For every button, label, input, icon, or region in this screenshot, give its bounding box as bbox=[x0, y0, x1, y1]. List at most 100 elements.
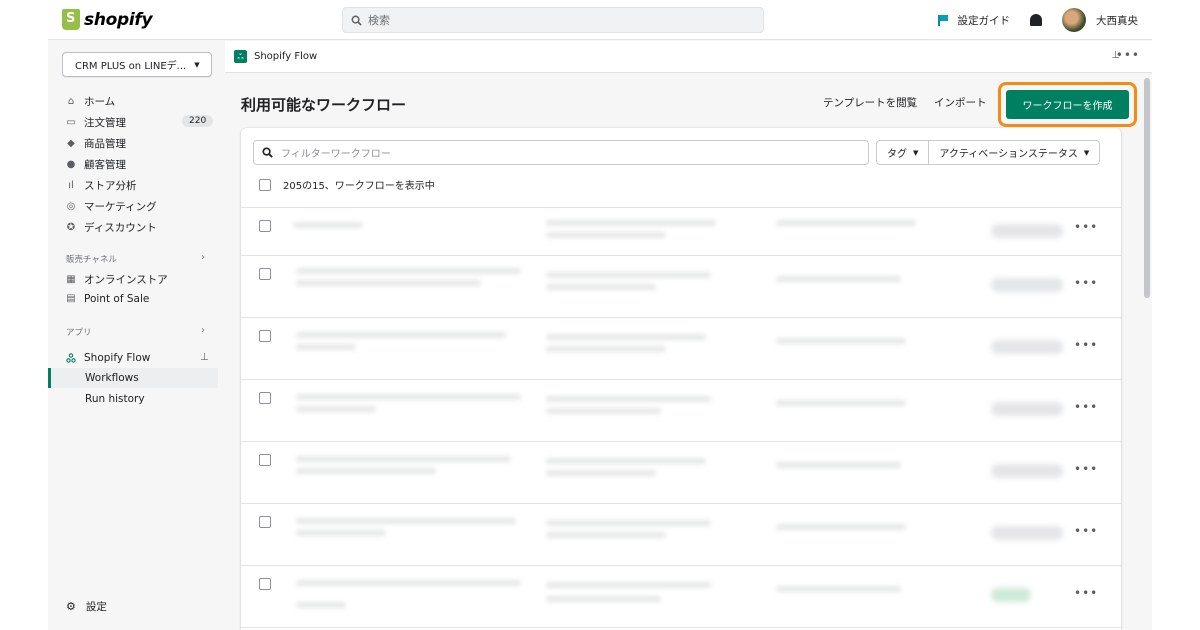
row-checkbox[interactable] bbox=[259, 392, 271, 404]
table-row[interactable]: ••• bbox=[241, 317, 1121, 379]
more-options-icon[interactable]: ••• bbox=[1074, 276, 1098, 290]
table-row[interactable]: ••• bbox=[241, 207, 1121, 255]
status-filter-button[interactable]: アクティベーションステータス ▼ bbox=[928, 141, 1099, 164]
top-right-controls: 設定ガイド 大西真央 bbox=[937, 8, 1138, 32]
showing-count-text: 205の15、ワークフローを表示中 bbox=[283, 181, 435, 192]
tag-filter-label: タグ bbox=[887, 149, 907, 160]
create-workflow-highlight: ワークフローを作成 bbox=[998, 82, 1137, 127]
sales-channels-label: 販売チャネル bbox=[66, 255, 117, 265]
pos-icon: ▤ bbox=[66, 293, 76, 304]
more-options-icon[interactable]: ••• bbox=[1074, 400, 1098, 414]
blurred-content bbox=[546, 334, 706, 340]
sidebar-item-label: ディスカウント bbox=[84, 222, 157, 234]
sidebar-item-run-history[interactable]: Run history bbox=[85, 393, 145, 405]
row-checkbox[interactable] bbox=[259, 454, 271, 466]
sidebar-item-workflows[interactable]: Workflows bbox=[85, 372, 139, 384]
chevron-down-icon: ▼ bbox=[194, 60, 200, 69]
flow-icon bbox=[66, 353, 76, 363]
more-options-icon[interactable]: ••• bbox=[1074, 524, 1098, 538]
sidebar-item-orders[interactable]: ▭ 注文管理 bbox=[66, 115, 126, 130]
more-options-icon[interactable]: ••• bbox=[1074, 462, 1098, 476]
store-selector[interactable]: CRM PLUS on LINEデ... ▼ bbox=[62, 52, 212, 77]
more-options-icon[interactable]: ••• bbox=[1074, 220, 1098, 234]
blurred-content bbox=[296, 406, 376, 412]
blurred-status bbox=[991, 224, 1063, 238]
blurred-content bbox=[296, 268, 521, 274]
scrollbar[interactable] bbox=[1144, 78, 1150, 298]
customer-icon: ● bbox=[66, 158, 76, 170]
blurred-content bbox=[546, 458, 706, 464]
sidebar-item-label: Shopify Flow bbox=[84, 352, 151, 364]
blurred-content bbox=[296, 468, 436, 474]
orders-count-badge: 220 bbox=[182, 115, 214, 127]
blurred-status bbox=[991, 464, 1063, 478]
chevron-right-icon[interactable]: › bbox=[201, 252, 205, 263]
shopify-logo[interactable]: shopify bbox=[62, 9, 153, 30]
user-name[interactable]: 大西真央 bbox=[1096, 13, 1138, 28]
gear-icon: ⚙ bbox=[66, 600, 76, 613]
tag-filter-button[interactable]: タグ ▼ bbox=[877, 141, 928, 164]
create-workflow-button[interactable]: ワークフローを作成 bbox=[1006, 90, 1129, 119]
search-icon bbox=[262, 147, 273, 158]
flag-icon bbox=[937, 15, 948, 26]
chevron-right-icon[interactable]: › bbox=[201, 325, 205, 336]
sidebar: CRM PLUS on LINEデ... ▼ ⌂ ホーム ▭ 注文管理 220 … bbox=[48, 41, 225, 630]
sidebar-item-discounts[interactable]: ✪ ディスカウント bbox=[66, 220, 157, 235]
browse-templates-button[interactable]: テンプレートを閲覧 bbox=[823, 95, 917, 110]
table-row[interactable]: ••• bbox=[241, 565, 1121, 627]
filter-workflows-input[interactable]: フィルターワークフロー bbox=[253, 140, 869, 165]
row-checkbox[interactable] bbox=[259, 330, 271, 342]
blurred-content bbox=[546, 596, 661, 602]
sidebar-item-customers[interactable]: ● 顧客管理 bbox=[66, 157, 126, 172]
sidebar-item-shopify-flow[interactable]: Shopify Flow bbox=[66, 352, 150, 364]
more-options-icon[interactable]: ••• bbox=[1074, 338, 1098, 352]
sidebar-item-products[interactable]: ◆ 商品管理 bbox=[66, 136, 126, 151]
sidebar-item-label: ストア分析 bbox=[84, 180, 137, 192]
sidebar-item-label: 顧客管理 bbox=[84, 159, 126, 171]
select-all-checkbox[interactable] bbox=[259, 178, 271, 191]
discount-icon: ✪ bbox=[66, 221, 76, 233]
sidebar-item-settings[interactable]: ⚙ 設定 bbox=[66, 599, 107, 614]
row-checkbox[interactable] bbox=[259, 516, 271, 528]
blurred-content bbox=[546, 520, 711, 526]
table-row[interactable]: ••• bbox=[241, 503, 1121, 565]
blurred-content bbox=[296, 602, 346, 608]
blurred-content bbox=[296, 456, 511, 462]
orders-icon: ▭ bbox=[66, 116, 76, 128]
row-checkbox[interactable] bbox=[259, 220, 271, 232]
sidebar-item-analytics[interactable]: ıl ストア分析 bbox=[66, 178, 137, 193]
blurred-content bbox=[546, 284, 656, 290]
row-checkbox[interactable] bbox=[259, 268, 271, 280]
tag-icon: ◆ bbox=[67, 137, 75, 149]
sidebar-item-online-store[interactable]: ▦ オンラインストア bbox=[66, 272, 168, 287]
sidebar-item-pos[interactable]: ▤ Point of Sale bbox=[66, 293, 149, 305]
setup-guide-link[interactable]: 設定ガイド bbox=[958, 13, 1011, 28]
table-row[interactable]: ••• bbox=[241, 255, 1121, 317]
blurred-content bbox=[546, 532, 666, 538]
sidebar-item-label: 注文管理 bbox=[84, 117, 126, 129]
sidebar-item-marketing[interactable]: ◎ マーケティング bbox=[66, 199, 157, 214]
table-row[interactable]: ••• bbox=[241, 379, 1121, 441]
sidebar-item-home[interactable]: ⌂ ホーム bbox=[66, 94, 115, 109]
sidebar-item-label: 設定 bbox=[85, 601, 107, 613]
more-options-icon[interactable]: ••• bbox=[1116, 48, 1140, 62]
bell-icon[interactable] bbox=[1030, 14, 1042, 26]
blurred-content bbox=[546, 470, 656, 476]
blurred-content bbox=[546, 408, 661, 414]
blurred-status bbox=[991, 588, 1031, 602]
blurred-content bbox=[296, 332, 506, 338]
import-button[interactable]: インポート bbox=[934, 95, 987, 110]
pin-icon[interactable]: ⊥ bbox=[200, 352, 209, 363]
apps-label: アプリ bbox=[66, 328, 92, 338]
flow-app-icon: ஃ bbox=[234, 50, 247, 63]
page-title: 利用可能なワークフロー bbox=[241, 96, 407, 114]
blurred-content bbox=[546, 396, 711, 402]
table-row[interactable]: ••• bbox=[241, 441, 1121, 503]
row-checkbox[interactable] bbox=[259, 578, 271, 590]
more-options-icon[interactable]: ••• bbox=[1074, 586, 1098, 600]
blurred-content bbox=[296, 344, 356, 350]
avatar[interactable] bbox=[1062, 8, 1086, 32]
blurred-content bbox=[296, 394, 521, 400]
blurred-status bbox=[991, 278, 1063, 292]
search-input[interactable]: 検索 bbox=[342, 7, 764, 33]
